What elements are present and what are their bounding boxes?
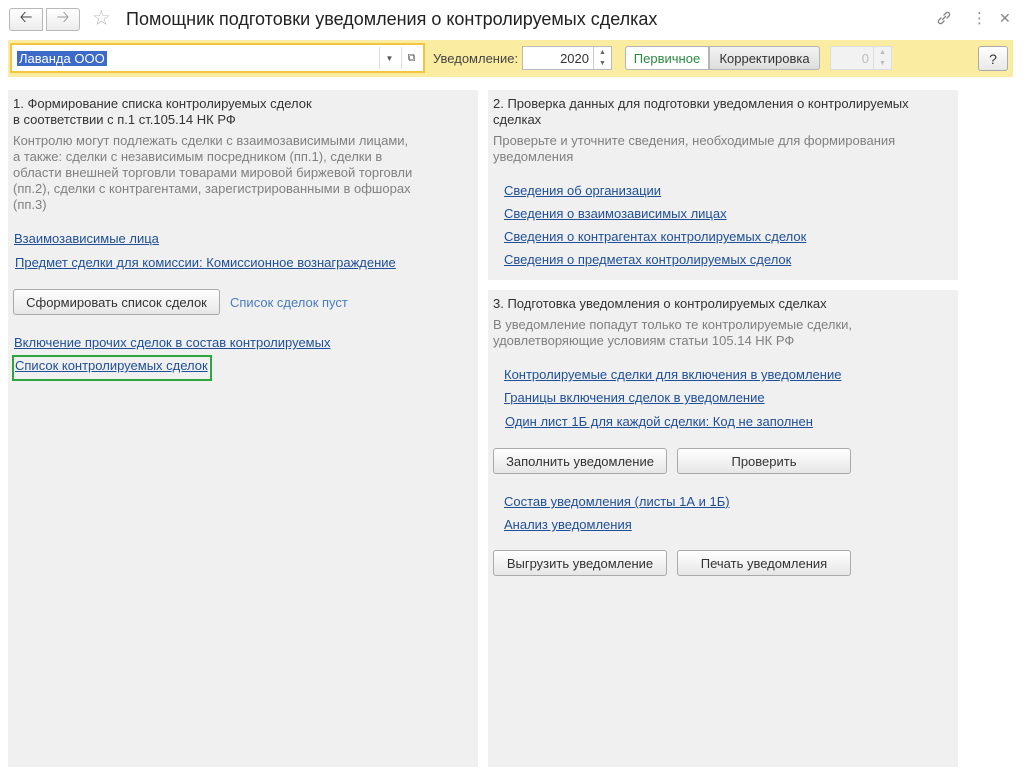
section2-description: Проверьте и уточните сведения, необходим… [493,133,895,165]
form-toolbar: Лаванда ООО ▼ ⧉ Уведомление: 2020 ▲ ▼ Пер… [8,40,1013,77]
section2-desc-line: Проверьте и уточните сведения, необходим… [493,133,896,148]
favorite-star-icon[interactable]: ☆ [92,7,111,31]
section3-heading: 3. Подготовка уведомления о контролируем… [493,296,827,311]
organization-value: Лаванда ООО [17,51,107,66]
more-options-icon[interactable]: ⋮ [972,9,987,27]
section2-heading: 2. Проверка данных для подготовки уведом… [493,96,909,128]
mode-correction-button[interactable]: Корректировка [709,46,820,70]
deal-subjects-info-link[interactable]: Сведения о предметах контролируемых сдел… [504,252,791,268]
section1-heading-line2: в соответствии с п.1 ст.105.14 НК РФ [13,112,236,127]
export-notice-button[interactable]: Выгрузить уведомление [493,550,667,576]
section3-desc-line: В уведомление попадут только те контроли… [493,317,853,332]
section2-heading-line1: 2. Проверка данных для подготовки уведом… [493,96,909,111]
deal-list-status: Список сделок пуст [230,295,348,310]
forward-button[interactable]: 🡢 [46,8,80,31]
controlled-deals-list-link[interactable]: Список контролируемых сделок [15,358,208,374]
section1-desc-line: а также: сделки с независимым посреднико… [13,149,383,164]
notice-analysis-link[interactable]: Анализ уведомления [504,517,632,533]
include-other-deals-link[interactable]: Включение прочих сделок в состав контрол… [14,335,330,351]
arrow-right-icon: 🡢 [56,9,70,26]
print-notice-button[interactable]: Печать уведомления [677,550,851,576]
inclusion-limits-link[interactable]: Границы включения сделок в уведомление [504,390,765,406]
check-button[interactable]: Проверить [677,448,851,474]
chevron-down-icon[interactable]: ▼ [379,47,399,69]
notice-label: Уведомление: [433,51,519,66]
commission-subject-link[interactable]: Предмет сделки для комиссии: Комиссионно… [15,255,396,271]
correction-number-value: 0 [861,51,869,66]
notice-composition-link[interactable]: Состав уведомления (листы 1А и 1Б) [504,494,730,510]
window-title: Помощник подготовки уведомления о контро… [126,9,658,29]
section2-heading-line2: сделках [493,112,542,127]
section2-desc-line: уведомления [493,149,574,164]
year-field[interactable]: 2020 ▲ ▼ [522,46,612,70]
year-value: 2020 [560,51,589,66]
close-icon[interactable]: ✕ [999,10,1011,27]
section1-description: Контролю могут подлежать сделки с взаимо… [13,133,412,213]
arrow-left-icon: 🡠 [19,9,33,26]
help-button[interactable]: ? [978,46,1008,71]
back-button[interactable]: 🡠 [9,8,43,31]
section1-heading-line1: 1. Формирование списка контролируемых сд… [13,96,312,111]
year-stepper[interactable]: ▲ ▼ [593,47,611,69]
fill-notice-button[interactable]: Заполнить уведомление [493,448,667,474]
deals-for-notice-link[interactable]: Контролируемые сделки для включения в ув… [504,367,841,383]
sheet-1b-per-deal-link[interactable]: Один лист 1Б для каждой сделки: Код не з… [505,414,813,430]
section1-heading: 1. Формирование списка контролируемых сд… [13,96,312,128]
form-deal-list-button[interactable]: Сформировать список сделок [13,289,220,315]
org-info-link[interactable]: Сведения об организации [504,183,661,199]
section1-desc-line: области внешней торговли товарами мирово… [13,165,413,180]
section1-desc-line: (пп.2), сделки с контрагентами, зарегист… [13,181,411,196]
title-bar: 🡠 🡢 ☆ Помощник подготовки уведомления о … [0,0,1025,40]
section3-desc-line: удовлетворяющие условиям статьи 105.14 Н… [493,333,795,348]
mode-primary-button[interactable]: Первичное [625,46,709,70]
correction-number-field: 0 ▲ ▼ [830,46,892,70]
section1-desc-line: (пп.3) [13,197,47,212]
section1-desc-line: Контролю могут подлежать сделки с взаимо… [13,133,409,148]
correction-number-stepper: ▲ ▼ [873,47,891,69]
link-icon[interactable] [936,10,952,29]
organization-field[interactable]: Лаванда ООО ▼ ⧉ [10,43,425,73]
related-parties-link[interactable]: Взаимозависимые лица [14,231,159,247]
related-parties-info-link[interactable]: Сведения о взаимозависимых лицах [504,206,727,222]
open-icon[interactable]: ⧉ [401,47,421,69]
counterparties-info-link[interactable]: Сведения о контрагентах контролируемых с… [504,229,806,245]
section3-description: В уведомление попадут только те контроли… [493,317,852,349]
